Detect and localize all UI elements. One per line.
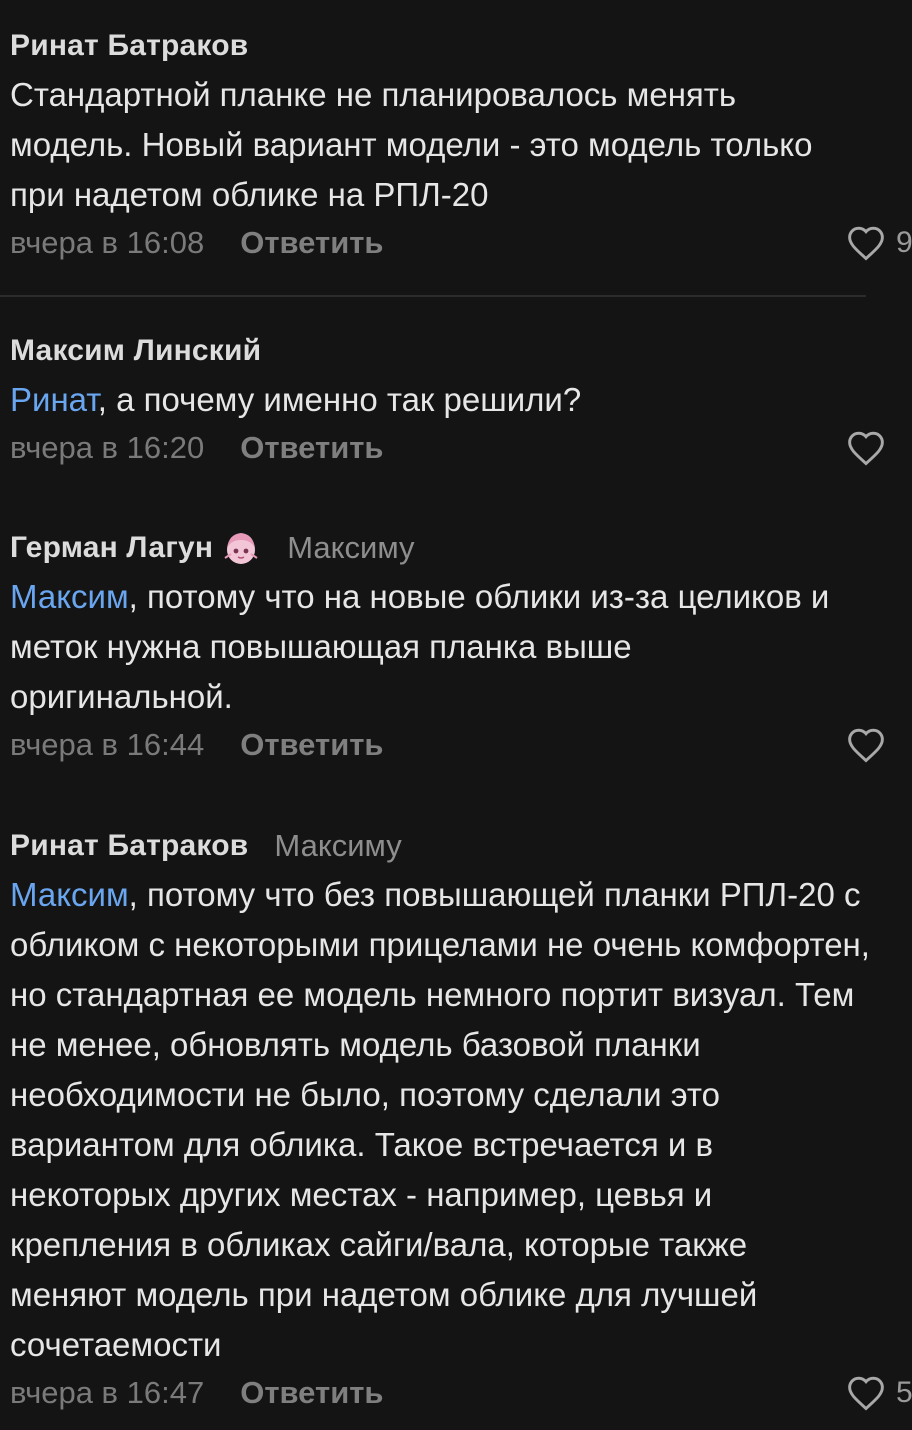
reply-button[interactable]: Ответить bbox=[240, 430, 383, 466]
reply-button[interactable]: Ответить bbox=[240, 727, 383, 763]
comment-footer: вчера в 16:20 Ответить bbox=[10, 425, 884, 471]
heart-outline-icon bbox=[848, 431, 884, 466]
reply-to-label[interactable]: Максиму bbox=[287, 530, 414, 566]
reply-to-label[interactable]: Максиму bbox=[274, 828, 401, 864]
like-count: 5 bbox=[896, 1376, 912, 1409]
mention-link[interactable]: Максим bbox=[10, 876, 129, 913]
like-count: 9 bbox=[896, 226, 912, 259]
comment-time: вчера в 16:47 bbox=[10, 1375, 205, 1410]
heart-outline-icon bbox=[848, 1376, 884, 1411]
comment-text: Максим, потому что без повышающей планки… bbox=[10, 870, 870, 1370]
comment-divider bbox=[0, 295, 866, 297]
mention-link[interactable]: Ринат bbox=[10, 381, 98, 418]
comment-time: вчера в 16:44 bbox=[10, 727, 205, 762]
reply-button[interactable]: Ответить bbox=[240, 1375, 383, 1411]
comment-author[interactable]: Ринат Батраков bbox=[10, 829, 248, 863]
comment: Максим Линский Ринат, а почему именно та… bbox=[10, 331, 884, 471]
heart-outline-icon bbox=[848, 226, 884, 261]
comment-header: Герман Лагун Максиму bbox=[10, 528, 866, 568]
avatar-sticker-icon bbox=[221, 528, 261, 568]
mention-link[interactable]: Максим bbox=[10, 578, 129, 615]
like-button[interactable]: 9 bbox=[846, 220, 912, 266]
comment: Ринат Батраков Максиму Максим, потому чт… bbox=[10, 826, 912, 1416]
comment-header: Максим Линский bbox=[10, 331, 866, 371]
comment-author[interactable]: Ринат Батраков bbox=[10, 29, 248, 63]
comment-text: Максим, потому что на новые облики из-за… bbox=[10, 572, 850, 722]
comment-header: Ринат Батраков Максиму bbox=[10, 826, 866, 866]
comment-footer: вчера в 16:44 Ответить bbox=[10, 722, 884, 768]
comment-body: , потому что на новые облики из-за целик… bbox=[10, 578, 830, 715]
comment: Герман Лагун Максиму Максим, потому что … bbox=[10, 528, 884, 768]
comment-text: Ринат, а почему именно так решили? bbox=[10, 375, 866, 425]
comment-text: Стандартной планке не планировалось меня… bbox=[10, 70, 860, 220]
comment-time: вчера в 16:08 bbox=[10, 225, 205, 260]
like-button[interactable] bbox=[846, 425, 912, 471]
comment-author[interactable]: Герман Лагун bbox=[10, 531, 213, 565]
comment-footer: вчера в 16:47 Ответить 5 bbox=[10, 1370, 912, 1416]
comment-footer: вчера в 16:08 Ответить 9 bbox=[10, 220, 912, 266]
heart-outline-icon bbox=[848, 728, 884, 763]
comment-body: , а почему именно так решили? bbox=[97, 381, 582, 418]
comment-body: , потому что без повышающей планки РПЛ-2… bbox=[10, 876, 870, 1363]
comment: Ринат Батраков Стандартной планке не пла… bbox=[10, 26, 912, 266]
comment-body: Стандартной планке не планировалось меня… bbox=[10, 76, 813, 213]
comment-header: Ринат Батраков bbox=[10, 26, 866, 66]
like-button[interactable]: 5 bbox=[846, 1370, 912, 1416]
comment-time: вчера в 16:20 bbox=[10, 430, 205, 465]
like-button[interactable] bbox=[846, 722, 912, 768]
reply-button[interactable]: Ответить bbox=[240, 225, 383, 261]
comment-author[interactable]: Максим Линский bbox=[10, 334, 261, 368]
